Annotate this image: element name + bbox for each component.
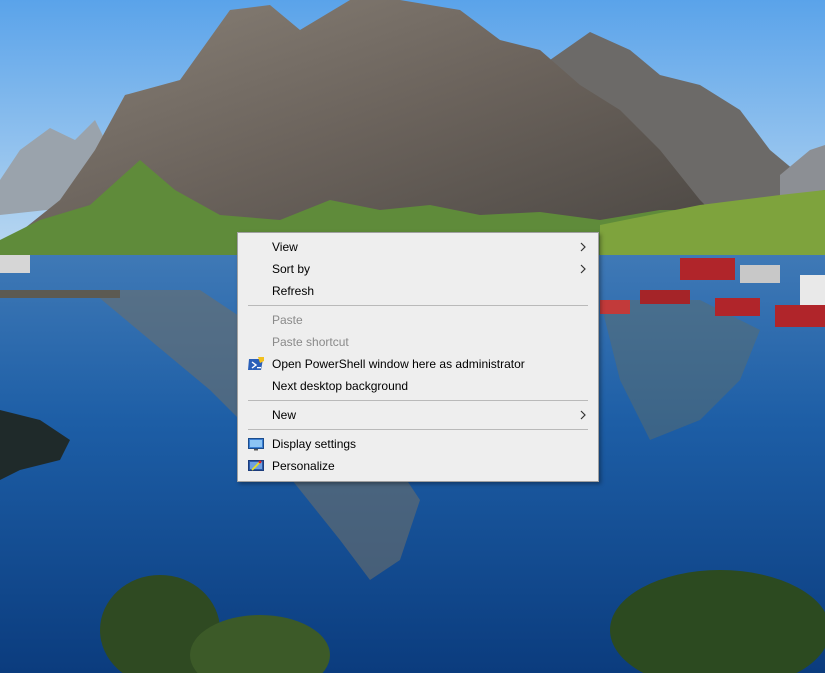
menu-item-personalize[interactable]: Personalize [238,455,598,477]
menu-separator [248,305,588,306]
personalize-icon [248,460,264,471]
menu-item-refresh[interactable]: Refresh [238,280,598,302]
menu-item-paste[interactable]: Paste [238,309,598,331]
menu-item-sort-by[interactable]: Sort by [238,258,598,280]
menu-item-label: Next desktop background [272,379,409,393]
desktop-context-menu: View Sort by Refresh Paste Paste shortcu… [237,232,599,482]
chevron-right-icon [580,410,586,420]
menu-item-display-settings[interactable]: Display settings [238,433,598,455]
menu-item-new[interactable]: New [238,404,598,426]
menu-item-label: View [272,240,298,254]
menu-separator [248,429,588,430]
menu-item-label: Refresh [272,284,315,298]
menu-item-paste-shortcut[interactable]: Paste shortcut [238,331,598,353]
menu-separator [248,400,588,401]
menu-item-label: Sort by [272,262,311,276]
menu-item-open-powershell-admin[interactable]: Open PowerShell window here as administr… [238,353,598,375]
menu-item-view[interactable]: View [238,236,598,258]
chevron-right-icon [580,242,586,252]
menu-item-label: Display settings [272,437,357,451]
menu-item-label: Paste [272,313,303,327]
powershell-admin-icon [248,357,264,370]
chevron-right-icon [580,264,586,274]
menu-item-next-desktop-background[interactable]: Next desktop background [238,375,598,397]
menu-item-label: New [272,408,297,422]
menu-item-label: Paste shortcut [272,335,349,349]
menu-item-label: Personalize [272,459,335,473]
desktop[interactable]: View Sort by Refresh Paste Paste shortcu… [0,0,825,673]
display-settings-icon [248,438,264,451]
menu-item-label: Open PowerShell window here as administr… [272,357,525,371]
